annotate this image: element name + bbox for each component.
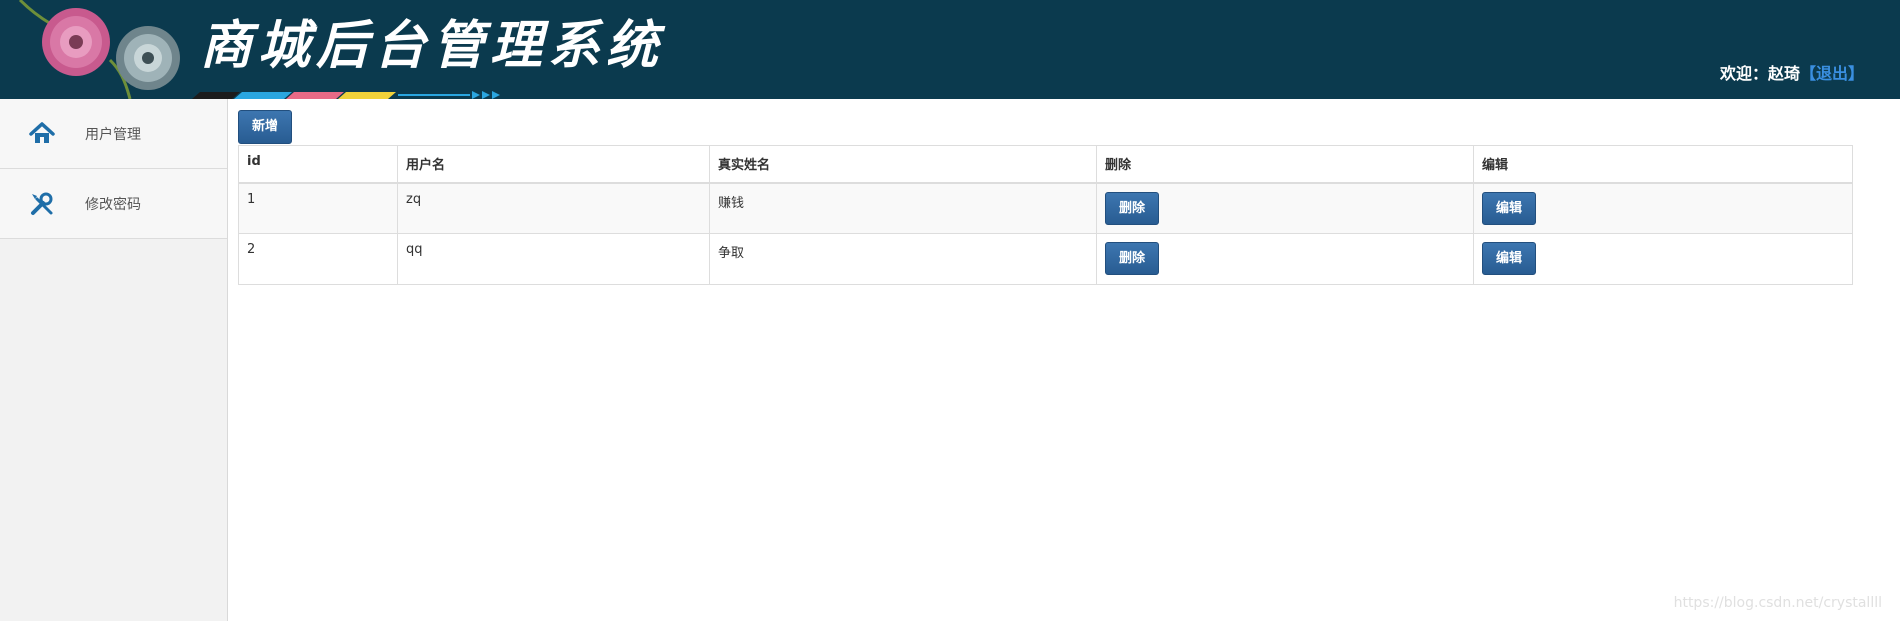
sidebar-item-label: 用户管理 (85, 126, 141, 143)
sidebar: 用户管理 修改密码 (0, 99, 228, 621)
column-header-edit: 编辑 (1473, 145, 1853, 184)
watermark-text: https://blog.csdn.net/crystallll (1673, 595, 1882, 611)
column-header-username: 用户名 (397, 145, 710, 184)
cell-id: 2 (238, 233, 398, 285)
cell-username: zq (397, 182, 710, 234)
cell-edit: 编辑 (1473, 182, 1853, 234)
edit-button[interactable]: 编辑 (1482, 242, 1536, 275)
user-table: id 用户名 真实姓名 删除 编辑 1 zq 赚钱 删除 编辑 2 qq 争取 … (238, 145, 1853, 285)
column-header-delete: 删除 (1096, 145, 1474, 184)
cell-delete: 删除 (1096, 182, 1474, 234)
cell-edit: 编辑 (1473, 233, 1853, 285)
sidebar-item-change-password[interactable]: 修改密码 (0, 169, 227, 239)
column-header-id: id (238, 145, 398, 184)
welcome-prefix: 欢迎： (1719, 64, 1768, 83)
wrench-screwdriver-icon (24, 186, 60, 222)
logout-link[interactable]: 【退出】 (1800, 64, 1864, 83)
add-button[interactable]: 新增 (238, 110, 292, 144)
header-bar: 商城后台管理系统 欢迎：赵琦【退出】 (0, 0, 1900, 99)
delete-button[interactable]: 删除 (1105, 242, 1159, 275)
app-title: 商城后台管理系统 (200, 15, 665, 76)
pink-flower-icon (42, 8, 110, 76)
grey-flower-icon (116, 26, 180, 90)
cell-username: qq (397, 233, 710, 285)
table-row: 2 qq 争取 删除 编辑 (238, 233, 1853, 285)
table-row: 1 zq 赚钱 删除 编辑 (238, 182, 1853, 234)
cell-realname: 争取 (709, 233, 1097, 285)
table-header-row: id 用户名 真实姓名 删除 编辑 (238, 145, 1853, 184)
column-header-realname: 真实姓名 (709, 145, 1097, 184)
edit-button[interactable]: 编辑 (1482, 191, 1536, 225)
cell-id: 1 (238, 182, 398, 234)
sidebar-item-label: 修改密码 (85, 196, 141, 213)
welcome-area: 欢迎：赵琦【退出】 (1720, 60, 1864, 84)
current-username: 赵琦 (1767, 64, 1800, 83)
sidebar-item-user-management[interactable]: 用户管理 (0, 99, 227, 169)
cell-realname: 赚钱 (709, 182, 1097, 234)
home-icon (24, 116, 60, 152)
delete-button[interactable]: 删除 (1105, 191, 1159, 225)
main-content: 新增 id 用户名 真实姓名 删除 编辑 1 zq 赚钱 删除 编辑 2 qq … (238, 110, 1853, 285)
cell-delete: 删除 (1096, 233, 1474, 285)
